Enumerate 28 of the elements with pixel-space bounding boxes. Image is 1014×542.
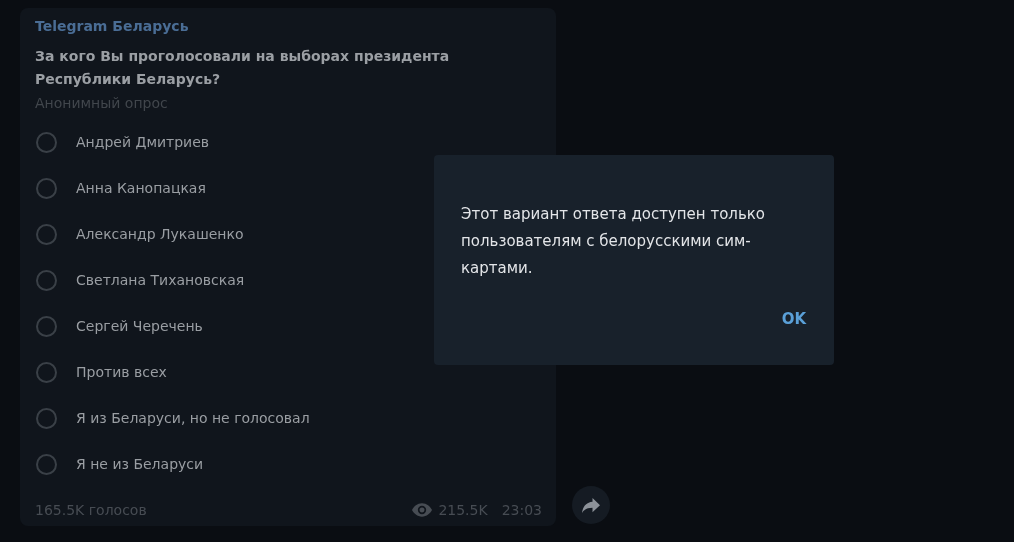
radio-button[interactable]: [36, 131, 57, 153]
dialog-message: Этот вариант ответа доступен только пользователям с белорусскими сим-картами.: [461, 204, 766, 279]
option-label: Светлана Тихановская: [76, 272, 245, 288]
radio-button[interactable]: [36, 177, 57, 199]
ok-button[interactable]: OK: [777, 304, 810, 334]
radio-button[interactable]: [36, 315, 57, 337]
poll-option[interactable]: Сергей Черечень: [35, 303, 542, 349]
eye-icon: [412, 503, 433, 517]
share-button[interactable]: [572, 486, 610, 524]
option-label: Сергей Черечень: [76, 318, 203, 334]
radio-button[interactable]: [36, 407, 57, 429]
radio-button[interactable]: [36, 223, 57, 245]
option-label: Я из Беларуси, но не голосовал: [76, 410, 310, 426]
option-label: Против всех: [76, 364, 167, 380]
radio-button[interactable]: [36, 269, 57, 291]
share-icon: [582, 497, 600, 513]
option-label: Александр Лукашенко: [76, 226, 244, 242]
radio-button[interactable]: [36, 361, 57, 383]
option-label: Андрей Дмитриев: [76, 134, 210, 150]
poll-option[interactable]: Я не из Беларуси: [35, 441, 542, 487]
poll-option[interactable]: Андрей Дмитриев: [35, 119, 542, 165]
channel-name: Telegram Беларусь: [35, 18, 190, 34]
poll-option[interactable]: Против всех: [35, 349, 542, 395]
radio-button[interactable]: [36, 453, 57, 475]
option-label: Анна Канопацкая: [76, 180, 206, 196]
poll-question: За кого Вы проголосовали на выборах президента Республики Беларусь?: [35, 47, 451, 89]
option-label: Я не из Беларуси: [76, 456, 204, 472]
poll-option[interactable]: Я из Беларуси, но не голосовал: [35, 395, 542, 441]
